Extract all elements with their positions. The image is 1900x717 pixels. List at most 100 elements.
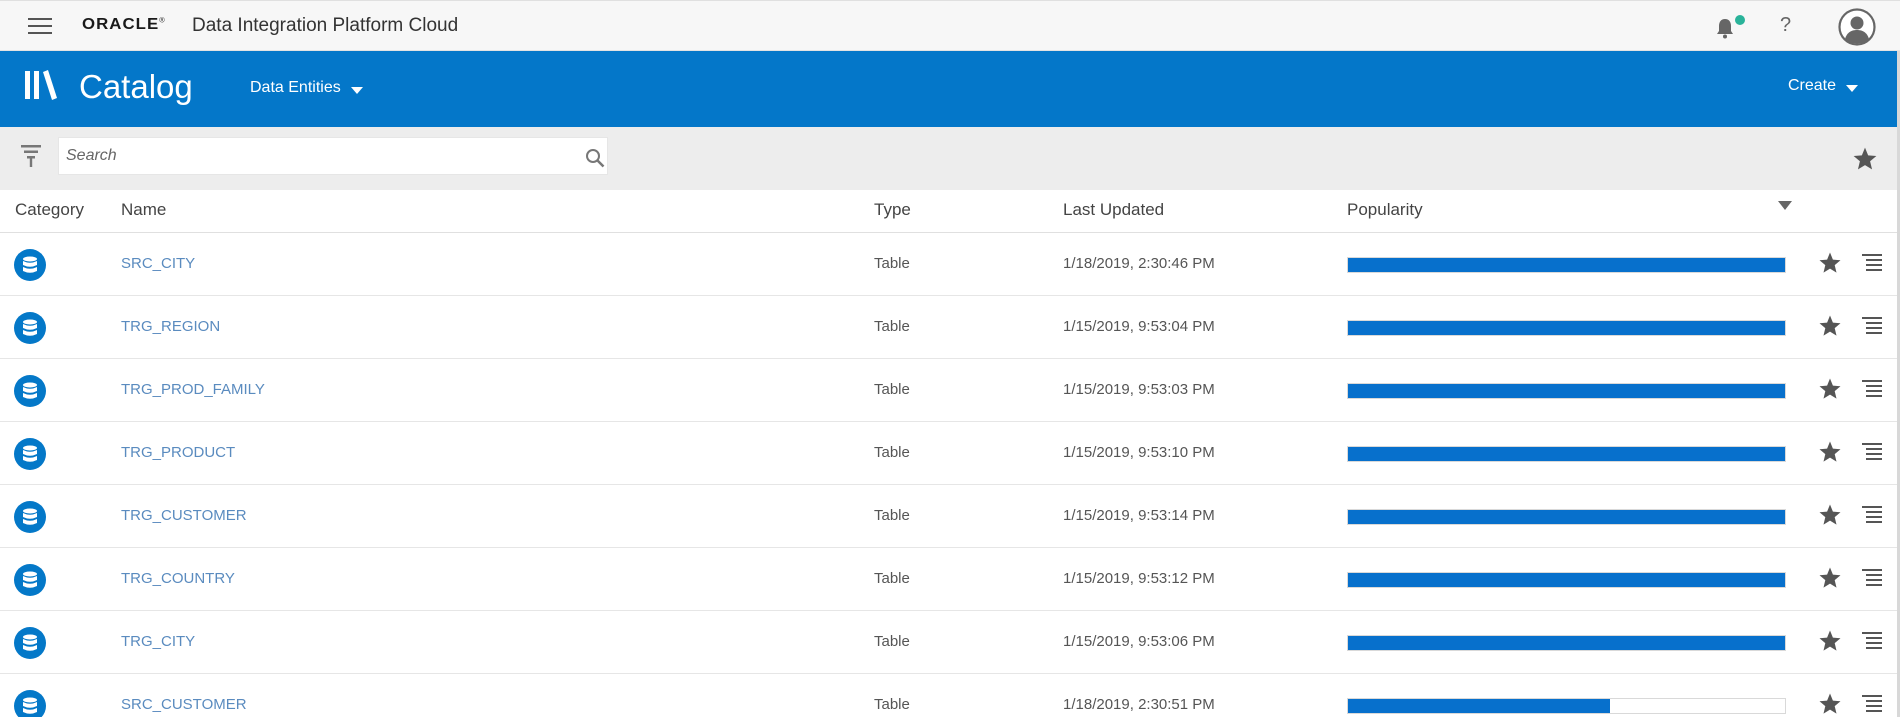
column-header-category[interactable]: Category <box>15 200 84 220</box>
entity-type: Table <box>874 633 910 650</box>
bell-icon[interactable] <box>1715 17 1735 39</box>
entity-last-updated: 1/15/2019, 9:53:12 PM <box>1063 570 1215 587</box>
table-row: TRG_CUSTOMER Table 1/15/2019, 9:53:14 PM <box>0 485 1897 548</box>
entity-name-link[interactable]: TRG_COUNTRY <box>121 570 235 587</box>
list-menu-icon[interactable] <box>1862 443 1882 461</box>
entity-last-updated: 1/15/2019, 9:53:06 PM <box>1063 633 1215 650</box>
star-icon[interactable] <box>1818 377 1842 401</box>
sort-descending-icon[interactable] <box>1778 201 1792 210</box>
entity-type: Table <box>874 381 910 398</box>
app-title: Data Integration Platform Cloud <box>192 15 459 36</box>
entity-name-link[interactable]: TRG_PRODUCT <box>121 444 235 461</box>
column-header-name[interactable]: Name <box>121 200 166 220</box>
popularity-bar <box>1347 446 1786 462</box>
entity-type: Table <box>874 318 910 335</box>
popularity-bar <box>1347 383 1786 399</box>
favorites-star-icon[interactable] <box>1852 146 1878 172</box>
catalog-header: Catalog Data Entities Create <box>0 51 1897 127</box>
popularity-fill <box>1348 699 1611 713</box>
entity-type: Table <box>874 570 910 587</box>
table-row: SRC_CITY Table 1/18/2019, 2:30:46 PM <box>0 233 1897 296</box>
top-bar: ORACLE® Data Integration Platform Cloud … <box>0 0 1900 51</box>
popularity-fill <box>1348 510 1785 524</box>
chevron-down-icon <box>350 86 363 94</box>
entity-last-updated: 1/15/2019, 9:53:10 PM <box>1063 444 1215 461</box>
catalog-table-body: SRC_CITY Table 1/18/2019, 2:30:46 PM TRG… <box>0 233 1897 717</box>
page-title: Catalog <box>79 68 193 105</box>
list-menu-icon[interactable] <box>1862 317 1882 335</box>
list-menu-icon[interactable] <box>1862 254 1882 272</box>
entity-last-updated: 1/15/2019, 9:53:04 PM <box>1063 318 1215 335</box>
search-toolbar <box>0 127 1897 190</box>
table-row: TRG_COUNTRY Table 1/15/2019, 9:53:12 PM <box>0 548 1897 611</box>
list-menu-icon[interactable] <box>1862 380 1882 398</box>
database-icon <box>14 627 46 659</box>
entity-name-link[interactable]: SRC_CUSTOMER <box>121 696 247 713</box>
table-header: Category Name Type Last Updated Populari… <box>0 190 1897 233</box>
popularity-bar <box>1347 635 1786 651</box>
entity-type: Table <box>874 696 910 713</box>
popularity-bar <box>1347 257 1786 273</box>
database-icon <box>14 438 46 470</box>
star-icon[interactable] <box>1818 566 1842 590</box>
popularity-fill <box>1348 384 1785 398</box>
entity-type: Table <box>874 507 910 524</box>
popularity-fill <box>1348 321 1785 335</box>
chevron-down-icon <box>1846 84 1859 92</box>
trademark-mark: ® <box>159 17 166 25</box>
popularity-bar <box>1347 572 1786 588</box>
entity-name-link[interactable]: TRG_CITY <box>121 633 195 650</box>
list-menu-icon[interactable] <box>1862 506 1882 524</box>
entity-last-updated: 1/18/2019, 2:30:46 PM <box>1063 255 1215 272</box>
star-icon[interactable] <box>1818 692 1842 716</box>
entity-last-updated: 1/18/2019, 2:30:51 PM <box>1063 696 1215 713</box>
oracle-logo: ORACLE® <box>82 16 166 34</box>
create-button[interactable]: Create <box>1788 77 1859 95</box>
create-label: Create <box>1788 77 1837 94</box>
column-header-last-updated[interactable]: Last Updated <box>1063 200 1164 220</box>
popularity-fill <box>1348 636 1785 650</box>
logo-text: ORACLE <box>82 16 160 33</box>
popularity-fill <box>1348 447 1785 461</box>
entity-last-updated: 1/15/2019, 9:53:14 PM <box>1063 507 1215 524</box>
popularity-fill <box>1348 258 1785 272</box>
star-icon[interactable] <box>1818 314 1842 338</box>
search-input[interactable] <box>59 138 569 174</box>
search-icon[interactable] <box>585 148 605 168</box>
entity-name-link[interactable]: TRG_CUSTOMER <box>121 507 247 524</box>
library-books-icon <box>25 70 57 100</box>
popularity-bar <box>1347 698 1786 714</box>
table-row: TRG_PRODUCT Table 1/15/2019, 9:53:10 PM <box>0 422 1897 485</box>
entity-name-link[interactable]: TRG_PROD_FAMILY <box>121 381 265 398</box>
popularity-fill <box>1348 573 1785 587</box>
database-icon <box>14 564 46 596</box>
popularity-bar <box>1347 509 1786 525</box>
star-icon[interactable] <box>1818 629 1842 653</box>
hamburger-icon[interactable] <box>28 18 52 34</box>
search-box <box>58 137 608 175</box>
notification-dot <box>1735 15 1745 25</box>
list-menu-icon[interactable] <box>1862 695 1882 713</box>
list-menu-icon[interactable] <box>1862 569 1882 587</box>
entity-name-link[interactable]: SRC_CITY <box>121 255 195 272</box>
filter-icon[interactable] <box>20 143 42 169</box>
database-icon <box>14 312 46 344</box>
column-header-type[interactable]: Type <box>874 200 911 220</box>
entity-name-link[interactable]: TRG_REGION <box>121 318 220 335</box>
star-icon[interactable] <box>1818 503 1842 527</box>
entity-last-updated: 1/15/2019, 9:53:03 PM <box>1063 381 1215 398</box>
star-icon[interactable] <box>1818 440 1842 464</box>
help-icon[interactable]: ? <box>1780 14 1791 37</box>
data-entities-dropdown[interactable]: Data Entities <box>250 79 363 97</box>
database-icon <box>14 690 46 717</box>
popularity-bar <box>1347 320 1786 336</box>
table-row: TRG_REGION Table 1/15/2019, 9:53:04 PM <box>0 296 1897 359</box>
table-row: SRC_CUSTOMER Table 1/18/2019, 2:30:51 PM <box>0 674 1897 717</box>
list-menu-icon[interactable] <box>1862 632 1882 650</box>
star-icon[interactable] <box>1818 251 1842 275</box>
table-row: TRG_PROD_FAMILY Table 1/15/2019, 9:53:03… <box>0 359 1897 422</box>
entity-type: Table <box>874 444 910 461</box>
user-avatar-icon[interactable] <box>1838 8 1876 46</box>
data-entities-label: Data Entities <box>250 79 341 96</box>
column-header-popularity[interactable]: Popularity <box>1347 200 1423 220</box>
